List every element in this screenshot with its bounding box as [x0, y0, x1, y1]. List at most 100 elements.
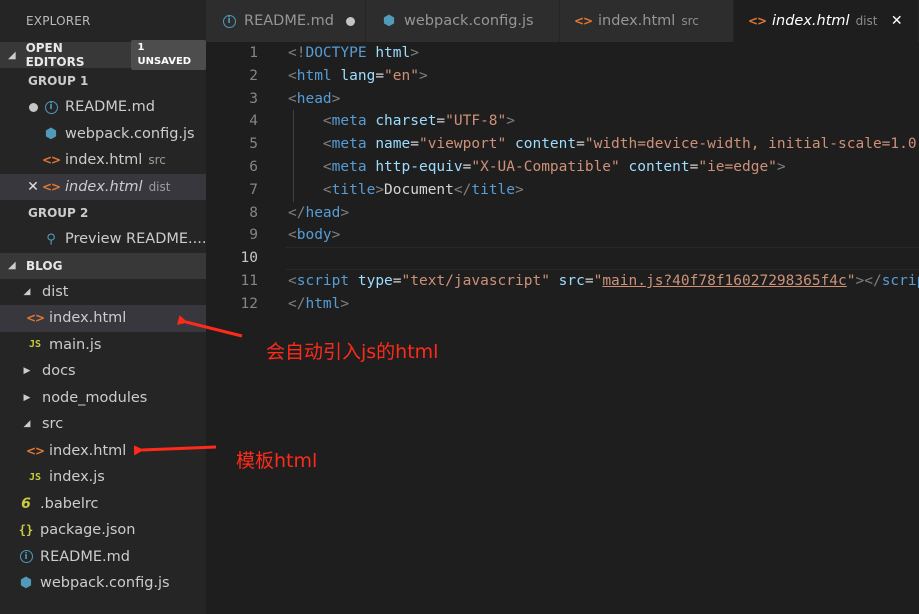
code-token: < — [322, 113, 332, 130]
project-header[interactable]: ◢ BLOG — [0, 252, 206, 279]
code-token: " — [846, 272, 856, 289]
code-line: 4 <meta charset="UTF-8"> — [206, 110, 919, 134]
editor-tab[interactable]: i README.md — [206, 0, 366, 42]
open-editor-item[interactable]: ⬢ webpack.config.js — [0, 121, 206, 148]
code-token: "en" — [384, 67, 419, 84]
file-item[interactable]: JS main.js — [0, 332, 206, 359]
file-item[interactable]: 6 .babelrc — [0, 491, 206, 518]
code-token: lang — [340, 67, 376, 84]
tree-item-label: index.html — [49, 442, 127, 459]
file-item[interactable]: <> index.html — [0, 305, 206, 332]
folder-item[interactable]: ◢ dist — [0, 279, 206, 306]
code-token: > — [776, 158, 786, 175]
code-token: "text/javascript" — [401, 272, 550, 289]
folder-item[interactable]: ▶ node_modules — [0, 385, 206, 412]
code-token: name — [375, 136, 411, 153]
code-token: html — [375, 45, 411, 61]
line-number: 10 — [240, 250, 258, 267]
code-token: head — [305, 204, 341, 221]
code-text: </head> — [288, 202, 349, 225]
tree-item-label: README.md — [40, 548, 130, 565]
tree-item-label: main.js — [49, 336, 102, 353]
folder-item[interactable]: ▶ docs — [0, 358, 206, 385]
group-1-list: i README.md ⬢ webpack.config.js <> index.html… — [0, 94, 206, 200]
code-token: < — [288, 227, 297, 244]
code-token: meta — [331, 158, 367, 175]
html-icon: <> — [25, 311, 45, 326]
code-token: meta — [331, 113, 367, 130]
file-item[interactable]: <> index.html — [0, 438, 206, 465]
code-token: > — [340, 295, 350, 312]
js-icon: JS — [28, 339, 42, 351]
editor-tab[interactable]: <> index.html src — [560, 0, 734, 42]
group-1-header[interactable]: GROUP 1 — [0, 68, 206, 94]
babel-icon: 6 — [21, 495, 31, 512]
open-editor-label: webpack.config.js — [65, 125, 195, 142]
code-text: <!DOCTYPE html> — [288, 42, 419, 65]
html-icon: <> — [747, 14, 767, 28]
code-editor[interactable]: 1 <!DOCTYPE html> 2 <html lang="en"> 3 <head>… — [206, 42, 919, 614]
tab-desc: dist — [855, 14, 878, 28]
code-token: > — [410, 45, 419, 61]
open-editors-header[interactable]: ◢ OPEN EDITORS 1 UNSAVED — [0, 40, 206, 70]
code-line: 11 <script type="text/javascript" src="ma… — [206, 270, 919, 293]
line-number: 5 — [249, 136, 258, 153]
file-item[interactable]: i README.md — [0, 544, 206, 571]
file-item[interactable]: JS index.js — [0, 464, 206, 491]
file-item[interactable]: ⬢ webpack.config.js — [0, 570, 206, 597]
open-editors-label: OPEN EDITORS — [25, 41, 85, 69]
chevron-down-icon: ◢ — [23, 419, 31, 430]
code-token: ></ — [855, 272, 882, 289]
html-icon: <> — [41, 153, 61, 168]
code-token: "width=device-width, initial-scale=1.0" — [584, 136, 919, 153]
open-editor-label: index.html — [65, 178, 143, 195]
code-line: 3 <head> — [206, 88, 919, 111]
chevron-right-icon: ▶ — [23, 392, 31, 403]
editor-tab[interactable]: <> index.html dist ✕ — [734, 0, 919, 42]
group-2-header[interactable]: GROUP 2 — [0, 200, 206, 226]
code-token: < — [288, 272, 297, 289]
cube-icon: ⬢ — [382, 13, 396, 29]
html-icon: <> — [573, 14, 593, 28]
explorer-title: EXPLORER — [26, 14, 91, 28]
line-number: 8 — [249, 204, 258, 221]
code-line: 1 <!DOCTYPE html> — [206, 42, 919, 65]
line-number: 11 — [240, 272, 258, 289]
line-number: 6 — [249, 158, 258, 175]
code-token: head — [296, 90, 332, 107]
open-editor-item[interactable]: i README.md — [0, 94, 206, 121]
annotation-src-index: 模板html — [236, 450, 318, 472]
line-number: 1 — [249, 45, 258, 61]
code-line: 5 <meta name="viewport" content="width=d… — [206, 133, 919, 156]
close-icon[interactable]: ✕ — [26, 179, 40, 195]
code-text: <title>Document</title> — [288, 179, 524, 202]
js-icon: JS — [28, 471, 42, 483]
open-editor-item[interactable]: ✕ <> index.html dist — [0, 173, 206, 200]
open-editor-item[interactable]: ⚲ Preview README.... — [0, 226, 206, 253]
code-token: body — [296, 227, 332, 244]
code-link[interactable]: main.js?40f78f16027298365f4c — [602, 273, 846, 289]
close-icon[interactable]: ✕ — [889, 13, 904, 29]
code-line: 12 </html> — [206, 293, 919, 316]
open-editor-label: Preview README.... — [65, 231, 206, 248]
info-icon: i — [42, 100, 60, 114]
code-token: > — [515, 181, 524, 198]
code-token: > — [375, 181, 385, 198]
tab-label: index.html — [598, 13, 676, 29]
code-text: </html> — [288, 293, 349, 316]
code-line: 10 — [206, 247, 919, 270]
tab-label: README.md — [244, 13, 334, 29]
open-editor-item[interactable]: <> index.html src — [0, 147, 206, 174]
info-icon: i — [220, 14, 238, 28]
editor-tab[interactable]: ⬢ webpack.config.js — [366, 0, 560, 42]
folder-item[interactable]: ◢ src — [0, 411, 206, 438]
code-token: < — [288, 67, 297, 84]
code-token: = — [410, 136, 419, 153]
file-item[interactable]: {} package.json — [0, 517, 206, 544]
open-editor-desc: dist — [148, 179, 171, 194]
